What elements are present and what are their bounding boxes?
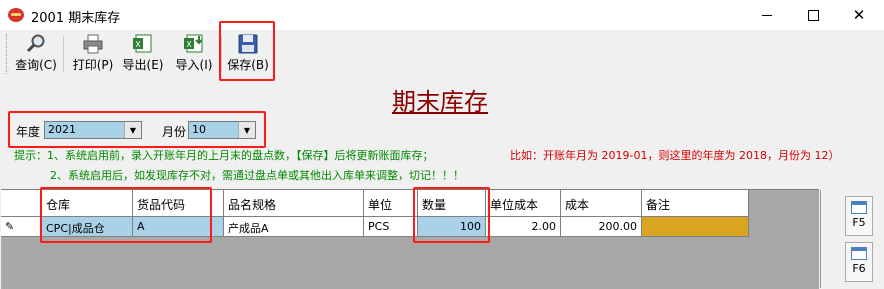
hint-example: 比如：开账年月为 2019-01，则这里的年度为 2018，月份为 12） bbox=[510, 149, 840, 162]
side-panel: F5 F6 bbox=[820, 190, 884, 288]
excel-export-icon: X bbox=[132, 34, 154, 54]
page-title: 期末库存 bbox=[392, 88, 488, 116]
export-label: 导出(E) bbox=[122, 58, 164, 72]
save-button[interactable]: 保存(B) bbox=[225, 32, 271, 76]
toolbar-separator bbox=[63, 36, 64, 72]
excel-import-icon: X bbox=[183, 34, 205, 54]
app-logo-icon bbox=[8, 8, 24, 22]
chevron-down-icon[interactable]: ▼ bbox=[124, 122, 141, 138]
import-label: 导入(I) bbox=[175, 58, 213, 72]
minimize-button[interactable] bbox=[744, 0, 790, 30]
f6-button[interactable]: F6 bbox=[845, 242, 873, 282]
column-header-cost[interactable]: 成本 bbox=[561, 190, 642, 217]
floppy-save-icon bbox=[237, 34, 259, 54]
cell-warehouse[interactable]: CPC|成品仓 bbox=[42, 217, 133, 237]
column-header-note[interactable]: 备注 bbox=[642, 190, 749, 217]
maximize-button[interactable] bbox=[790, 0, 836, 30]
magnifier-icon bbox=[25, 34, 47, 54]
cell-unit[interactable]: PCS bbox=[364, 217, 418, 237]
printer-icon bbox=[82, 34, 104, 54]
title-bar: 2001 期末库存 ✕ bbox=[0, 0, 884, 30]
row-edit-marker[interactable]: ✎ bbox=[1, 217, 42, 237]
svg-text:X: X bbox=[135, 40, 141, 49]
year-label: 年度 bbox=[16, 125, 41, 139]
query-label: 查询(C) bbox=[15, 58, 57, 72]
close-icon: ✕ bbox=[852, 6, 866, 24]
pencil-icon: ✎ bbox=[5, 220, 15, 233]
month-value: 10 bbox=[192, 123, 206, 136]
print-button[interactable]: 打印(P) bbox=[71, 32, 115, 76]
save-label: 保存(B) bbox=[227, 58, 269, 72]
f5-button[interactable]: F5 bbox=[845, 196, 873, 236]
year-select[interactable]: 2021 ▼ bbox=[44, 121, 142, 139]
cell-name-spec[interactable]: 产成品A bbox=[224, 217, 364, 237]
month-select[interactable]: 10 ▼ bbox=[188, 121, 256, 139]
print-label: 打印(P) bbox=[72, 58, 114, 72]
table-icon bbox=[851, 247, 867, 260]
window-title: 2001 期末库存 bbox=[31, 11, 121, 26]
minimize-icon bbox=[762, 14, 772, 16]
year-value: 2021 bbox=[48, 123, 76, 136]
column-header-unit-cost[interactable]: 单位成本 bbox=[486, 190, 561, 217]
cell-cost[interactable]: 200.00 bbox=[561, 217, 642, 237]
column-header-unit[interactable]: 单位 bbox=[364, 190, 418, 217]
toolbar-separator bbox=[221, 36, 222, 72]
column-header-item-code[interactable]: 货品代码 bbox=[133, 190, 224, 217]
inventory-table: 仓库 货品代码 品名规格 单位 数量 单位成本 成本 备注 ✎ CPC|成品仓 … bbox=[1, 189, 819, 289]
column-header-quantity[interactable]: 数量 bbox=[418, 190, 486, 217]
export-button[interactable]: X 导出(E) bbox=[121, 32, 165, 76]
f5-label: F5 bbox=[852, 216, 866, 229]
import-button[interactable]: X 导入(I) bbox=[172, 32, 216, 76]
hint-line-2: 2、系统启用后，如发现库存不对，需通过盘点单或其他出入库单来调整，切记！！！ bbox=[50, 169, 464, 182]
chevron-down-icon[interactable]: ▼ bbox=[238, 122, 255, 138]
table-icon bbox=[851, 201, 867, 214]
hint-line-1: 提示：1、系统启用前，录入开账年月的上月末的盘点数，【保存】后将更新账面库存； bbox=[14, 149, 434, 162]
maximize-icon bbox=[807, 9, 819, 21]
close-button[interactable]: ✕ bbox=[836, 0, 882, 30]
cell-item-code[interactable]: A bbox=[133, 217, 224, 237]
toolbar-grip bbox=[6, 34, 9, 74]
row-header-corner bbox=[1, 190, 42, 217]
svg-text:X: X bbox=[186, 40, 192, 49]
month-label: 月份 bbox=[162, 125, 187, 139]
column-header-name-spec[interactable]: 品名规格 bbox=[224, 190, 364, 217]
query-button[interactable]: 查询(C) bbox=[14, 32, 58, 76]
cell-unit-cost[interactable]: 2.00 bbox=[486, 217, 561, 237]
cell-note[interactable] bbox=[642, 217, 749, 237]
column-header-warehouse[interactable]: 仓库 bbox=[42, 190, 133, 217]
cell-quantity[interactable]: 100 bbox=[418, 217, 486, 237]
f6-label: F6 bbox=[852, 262, 866, 275]
